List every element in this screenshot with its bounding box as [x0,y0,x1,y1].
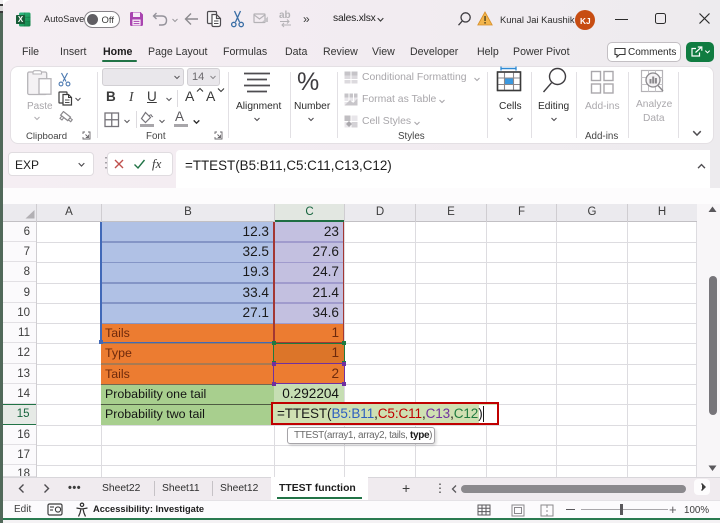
svg-text:X: X [17,15,23,24]
